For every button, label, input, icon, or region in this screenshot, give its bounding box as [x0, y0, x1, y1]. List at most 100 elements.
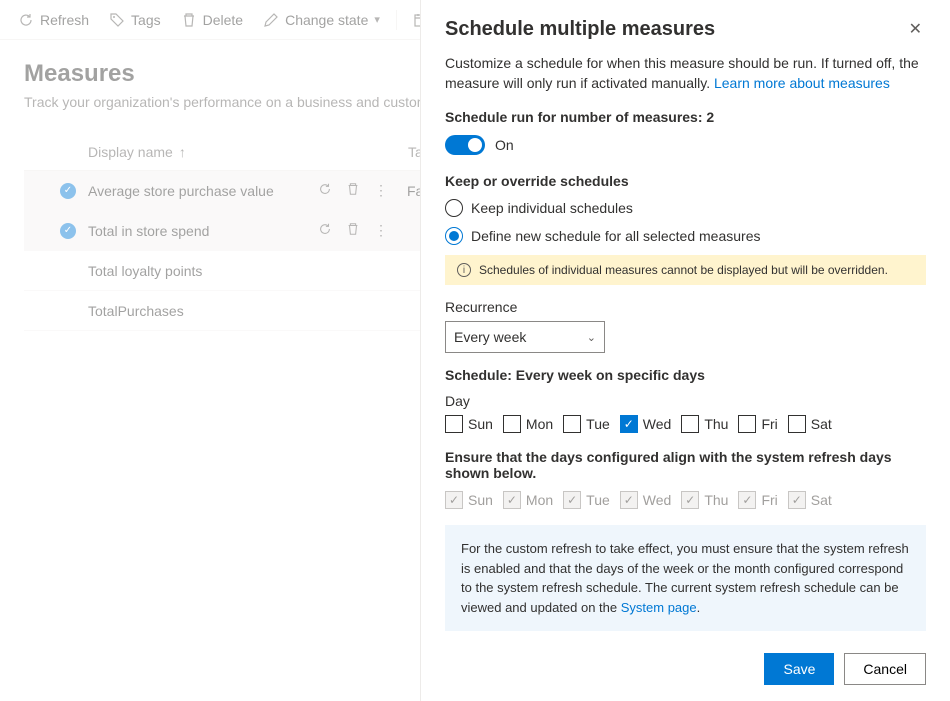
row-actions: ⋮ [318, 182, 389, 199]
chevron-down-icon: ⌄ [587, 331, 596, 344]
system-refresh-info: For the custom refresh to take effect, y… [445, 525, 926, 631]
day-thu[interactable]: Thu [681, 415, 728, 433]
refresh-icon[interactable] [318, 222, 332, 239]
delete-label: Delete [203, 12, 243, 28]
radio-keep-individual[interactable]: Keep individual schedules [445, 199, 926, 217]
checkbox-disabled-icon: ✓ [788, 491, 806, 509]
refresh-button[interactable]: Refresh [10, 8, 97, 32]
trash-icon[interactable] [346, 182, 360, 199]
system-days-row: ✓ Sun ✓ Mon ✓ Tue ✓ Wed ✓ Thu ✓ Fri ✓ Sat [445, 491, 926, 509]
row-check[interactable]: ✓ [48, 183, 88, 199]
day-tue[interactable]: Tue [563, 415, 610, 433]
panel-footer: Save Cancel [421, 641, 950, 701]
system-day-label: Sun [468, 492, 493, 508]
system-day-tue: ✓ Tue [563, 491, 610, 509]
schedule-run-heading: Schedule run for number of measures: 2 [445, 109, 926, 125]
checkbox-icon: ✓ [620, 415, 638, 433]
radio-icon-checked [445, 227, 463, 245]
sort-arrow-icon: ↑ [179, 144, 186, 160]
radio-icon [445, 199, 463, 217]
recurrence-value: Every week [454, 329, 526, 345]
system-day-sat: ✓ Sat [788, 491, 832, 509]
system-day-label: Tue [586, 492, 610, 508]
trash-icon[interactable] [346, 222, 360, 239]
tags-label: Tags [131, 12, 161, 28]
chevron-down-icon: ▾ [374, 13, 380, 26]
close-icon: ✕ [909, 21, 922, 38]
day-wed[interactable]: ✓ Wed [620, 415, 672, 433]
checkbox-icon [681, 415, 699, 433]
tags-button[interactable]: Tags [101, 8, 169, 32]
check-circle-icon: ✓ [60, 183, 76, 199]
schedule-summary: Schedule: Every week on specific days [445, 367, 926, 383]
row-name: Total loyalty points [88, 263, 318, 279]
pencil-icon [263, 12, 279, 28]
panel-title: Schedule multiple measures [445, 18, 715, 41]
checkbox-icon [738, 415, 756, 433]
system-day-label: Sat [811, 492, 832, 508]
delete-button[interactable]: Delete [173, 8, 251, 32]
checkbox-disabled-icon: ✓ [445, 491, 463, 509]
system-day-sun: ✓ Sun [445, 491, 493, 509]
checkbox-icon [563, 415, 581, 433]
save-button[interactable]: Save [764, 653, 834, 685]
change-state-label: Change state [285, 12, 368, 28]
schedule-toggle[interactable] [445, 135, 485, 155]
close-button[interactable]: ✕ [905, 18, 926, 42]
more-icon[interactable]: ⋮ [374, 222, 389, 239]
system-page-link[interactable]: System page [621, 600, 697, 615]
checkbox-disabled-icon: ✓ [620, 491, 638, 509]
system-day-label: Wed [643, 492, 672, 508]
checkbox-disabled-icon: ✓ [563, 491, 581, 509]
panel-body: Schedule multiple measures ✕ Customize a… [421, 0, 950, 641]
radio-keep-label: Keep individual schedules [471, 200, 633, 216]
day-label: Wed [643, 416, 672, 432]
radio-define-label: Define new schedule for all selected mea… [471, 228, 761, 244]
toolbar-divider [396, 10, 397, 30]
system-day-label: Thu [704, 492, 728, 508]
learn-more-link[interactable]: Learn more about measures [714, 75, 890, 91]
day-label: Fri [761, 416, 777, 432]
row-name: Average store purchase value [88, 183, 318, 199]
info-period: . [697, 600, 701, 615]
checkbox-disabled-icon: ✓ [738, 491, 756, 509]
radio-define-new[interactable]: Define new schedule for all selected mea… [445, 227, 926, 245]
day-sat[interactable]: Sat [788, 415, 832, 433]
change-state-button[interactable]: Change state ▾ [255, 8, 388, 32]
toggle-label: On [495, 137, 514, 153]
cancel-button[interactable]: Cancel [844, 653, 926, 685]
ensure-text: Ensure that the days configured align wi… [445, 449, 926, 481]
checkbox-icon [788, 415, 806, 433]
panel-description: Customize a schedule for when this measu… [445, 54, 926, 93]
refresh-label: Refresh [40, 12, 89, 28]
keep-override-heading: Keep or override schedules [445, 173, 926, 189]
day-label: Mon [526, 416, 553, 432]
recurrence-label: Recurrence [445, 299, 926, 315]
checkbox-icon [503, 415, 521, 433]
refresh-icon[interactable] [318, 182, 332, 199]
checkbox-disabled-icon: ✓ [503, 491, 521, 509]
system-day-wed: ✓ Wed [620, 491, 672, 509]
trash-icon [181, 12, 197, 28]
row-check[interactable]: ✓ [48, 223, 88, 239]
tag-icon [109, 12, 125, 28]
more-icon[interactable]: ⋮ [374, 182, 389, 199]
day-label: Tue [586, 416, 610, 432]
column-display-name[interactable]: Display name ↑ [88, 144, 328, 160]
warning-text: Schedules of individual measures cannot … [479, 263, 888, 277]
check-circle-icon: ✓ [60, 223, 76, 239]
day-sun[interactable]: Sun [445, 415, 493, 433]
checkbox-disabled-icon: ✓ [681, 491, 699, 509]
schedule-panel: Schedule multiple measures ✕ Customize a… [420, 0, 950, 701]
day-label: Sun [468, 416, 493, 432]
system-day-fri: ✓ Fri [738, 491, 777, 509]
toggle-knob [468, 138, 482, 152]
info-icon: i [457, 263, 471, 277]
system-day-thu: ✓ Thu [681, 491, 728, 509]
recurrence-select[interactable]: Every week ⌄ [445, 321, 605, 353]
system-day-label: Mon [526, 492, 553, 508]
day-fri[interactable]: Fri [738, 415, 777, 433]
system-day-label: Fri [761, 492, 777, 508]
day-mon[interactable]: Mon [503, 415, 553, 433]
day-label: Day [445, 393, 926, 409]
